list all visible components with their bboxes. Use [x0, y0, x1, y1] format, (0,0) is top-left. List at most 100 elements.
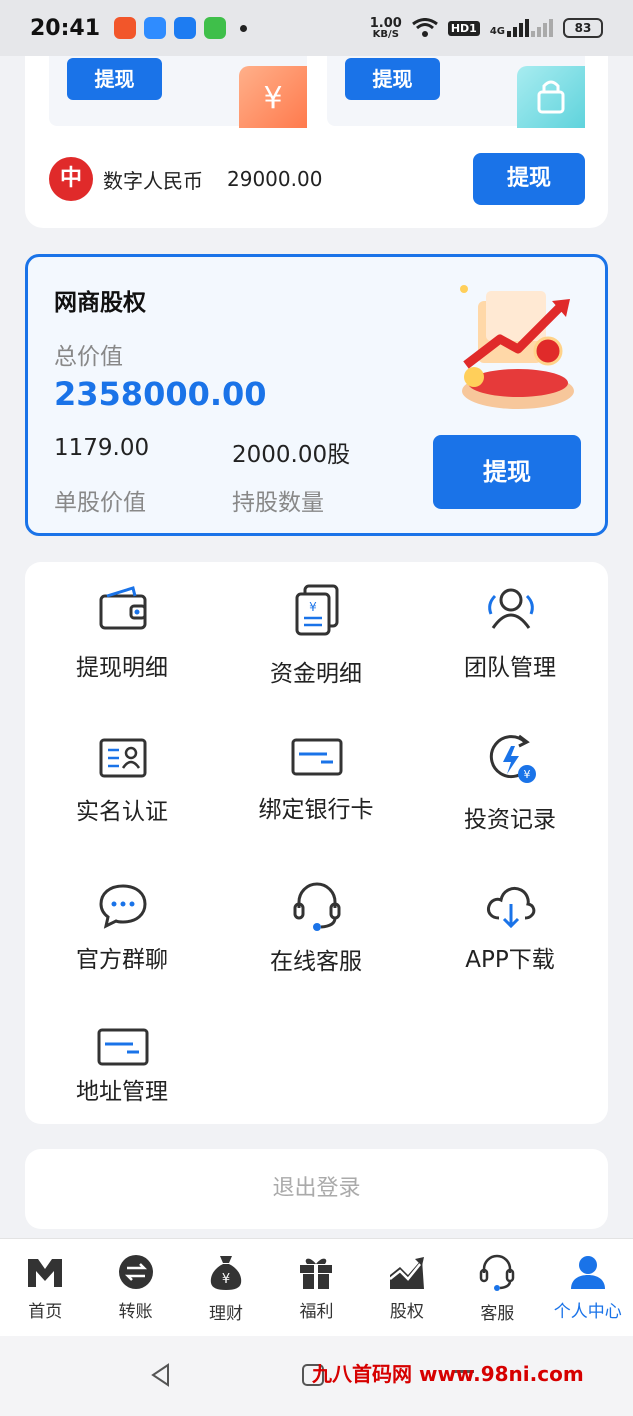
calculator-app-icon	[204, 17, 227, 39]
tab-label: 转账	[118, 1302, 153, 1322]
unit-price-label: 单股价值	[54, 490, 146, 516]
shares-value: 2000.00股	[232, 442, 351, 468]
menu-item-label: 资金明细	[270, 661, 362, 687]
back-icon[interactable]	[148, 1362, 174, 1388]
wallet-tile-2: 提现	[327, 56, 585, 128]
document-yuan-icon: ¥	[295, 584, 339, 636]
menu-grid: 提现明细 ¥ 资金明细 团队管理 实名认证 绑定银行卡 ¥ 投资记录 官方群聊 …	[25, 562, 608, 1124]
equity-card: 网商股权 总价值 2358000.00 1179.00 2000.00股 单股价…	[25, 254, 608, 536]
wifi-icon	[411, 18, 438, 37]
svg-text:¥: ¥	[524, 768, 531, 781]
menu-item-online-service[interactable]: 在线客服	[219, 858, 413, 998]
menu-item-label: 官方群聊	[76, 947, 168, 973]
equity-total-label: 总价值	[54, 344, 123, 370]
signal-icon	[507, 19, 529, 37]
cloud-download-icon	[487, 886, 536, 929]
menu-item-label: 绑定银行卡	[258, 797, 374, 823]
digital-rmb-logo-icon: 中	[49, 157, 93, 201]
menu-item-official-group[interactable]: 官方群聊	[25, 858, 219, 998]
digital-rmb-amount: 29000.00	[227, 167, 323, 191]
menu-item-bind-bank-card[interactable]: 绑定银行卡	[219, 710, 413, 850]
signal-weak-icon	[531, 19, 553, 37]
tab-customer-service[interactable]: 客服	[452, 1239, 542, 1336]
menu-item-fund-detail[interactable]: ¥ 资金明细	[219, 562, 413, 702]
browser-app-icon	[144, 17, 167, 39]
headset-icon	[480, 1254, 515, 1291]
menu-item-label: 提现明细	[76, 655, 168, 681]
battery-indicator: 83	[563, 18, 603, 38]
unit-price-value: 1179.00	[54, 435, 150, 461]
menu-item-address-management[interactable]: 地址管理	[25, 998, 219, 1138]
growth-folder-illustration-icon	[460, 285, 574, 409]
tab-welfare[interactable]: 福利	[271, 1239, 361, 1336]
tab-profile[interactable]: 个人中心	[543, 1239, 633, 1336]
tab-transfer[interactable]: 转账	[90, 1239, 180, 1336]
menu-item-team-management[interactable]: 团队管理	[413, 562, 607, 702]
hd-badge: HD1	[447, 20, 480, 36]
menu-item-label: 实名认证	[76, 799, 168, 825]
equity-total-value: 2358000.00	[54, 375, 267, 413]
menu-item-investment-record[interactable]: ¥ 投资记录	[413, 710, 607, 850]
tab-label: 首页	[28, 1302, 63, 1322]
gift-icon	[300, 1258, 333, 1289]
digital-rmb-row: 中 数字人民币 29000.00 提现	[49, 152, 585, 206]
video-app-icon	[114, 17, 137, 39]
menu-item-label: 团队管理	[464, 655, 556, 681]
tab-label: 理财	[209, 1304, 244, 1324]
menu-item-app-download[interactable]: APP下载	[413, 858, 607, 998]
wallet-card: 提现 ¥ 提现 中 数字人民币 29000.00 提现	[25, 56, 608, 228]
yuan-icon: ¥	[239, 66, 307, 128]
net-speed-unit: KB/S	[372, 28, 399, 40]
svg-text:¥: ¥	[222, 1272, 230, 1287]
tab-equity[interactable]: 股权	[362, 1239, 452, 1336]
user-icon	[570, 1256, 605, 1289]
logout-button[interactable]: 退出登录	[25, 1149, 608, 1229]
bank-card-icon	[291, 738, 343, 776]
svg-text:¥: ¥	[309, 600, 317, 614]
menu-item-real-name[interactable]: 实名认证	[25, 710, 219, 850]
menu-item-label: 投资记录	[464, 807, 556, 833]
tab-label: 股权	[389, 1302, 424, 1322]
tab-home[interactable]: 首页	[0, 1239, 90, 1336]
home-logo-icon	[28, 1259, 63, 1287]
money-bag-icon: ¥	[210, 1256, 242, 1290]
status-time: 20:41	[30, 15, 101, 41]
tab-label: 个人中心	[553, 1302, 622, 1322]
menu-item-withdraw-detail[interactable]: 提现明细	[25, 562, 219, 702]
watermark: 九八首码网 www.98ni.com	[312, 1362, 584, 1386]
net-speed: 1.00 KB/S	[370, 17, 402, 40]
digital-rmb-withdraw-button[interactable]: 提现	[473, 153, 585, 205]
network-type: 4G	[490, 19, 553, 37]
shares-label: 持股数量	[232, 490, 324, 516]
digital-rmb-name: 数字人民币	[103, 168, 203, 193]
headset-icon	[293, 882, 341, 931]
chat-icon	[99, 884, 147, 929]
notification-dot-icon	[240, 24, 248, 32]
network-label: 4G	[489, 26, 505, 37]
stock-chart-icon	[389, 1257, 424, 1289]
invest-history-icon: ¥	[489, 734, 536, 783]
address-card-icon	[97, 1028, 149, 1066]
menu-item-label: APP下载	[465, 947, 555, 973]
tab-finance[interactable]: ¥ 理财	[181, 1239, 271, 1336]
net-speed-value: 1.00	[369, 15, 402, 31]
tab-label: 客服	[480, 1304, 515, 1324]
id-card-icon	[99, 738, 147, 778]
status-bar: 20:41 1.00 KB/S HD1 4G 83	[0, 0, 633, 56]
menu-item-label: 在线客服	[270, 949, 362, 975]
equity-withdraw-button[interactable]: 提现	[433, 435, 581, 509]
withdraw-button-1[interactable]: 提现	[67, 58, 162, 100]
team-icon	[488, 588, 534, 629]
menu-item-label: 地址管理	[76, 1079, 168, 1105]
lock-icon	[517, 66, 585, 128]
wallet-icon	[99, 586, 147, 630]
svg-text:¥: ¥	[263, 81, 282, 116]
bottom-tab-bar: 首页 转账 ¥ 理财 福利 股权 客服 个人中心	[0, 1238, 633, 1336]
withdraw-button-2[interactable]: 提现	[345, 58, 440, 100]
tab-label: 福利	[299, 1302, 334, 1322]
equity-title: 网商股权	[54, 290, 146, 316]
transfer-icon	[118, 1255, 153, 1289]
system-nav-bar: 九八首码网 www.98ni.com	[0, 1336, 633, 1416]
wallet-tile-1: 提现 ¥	[49, 56, 307, 128]
message-app-icon	[174, 17, 197, 39]
